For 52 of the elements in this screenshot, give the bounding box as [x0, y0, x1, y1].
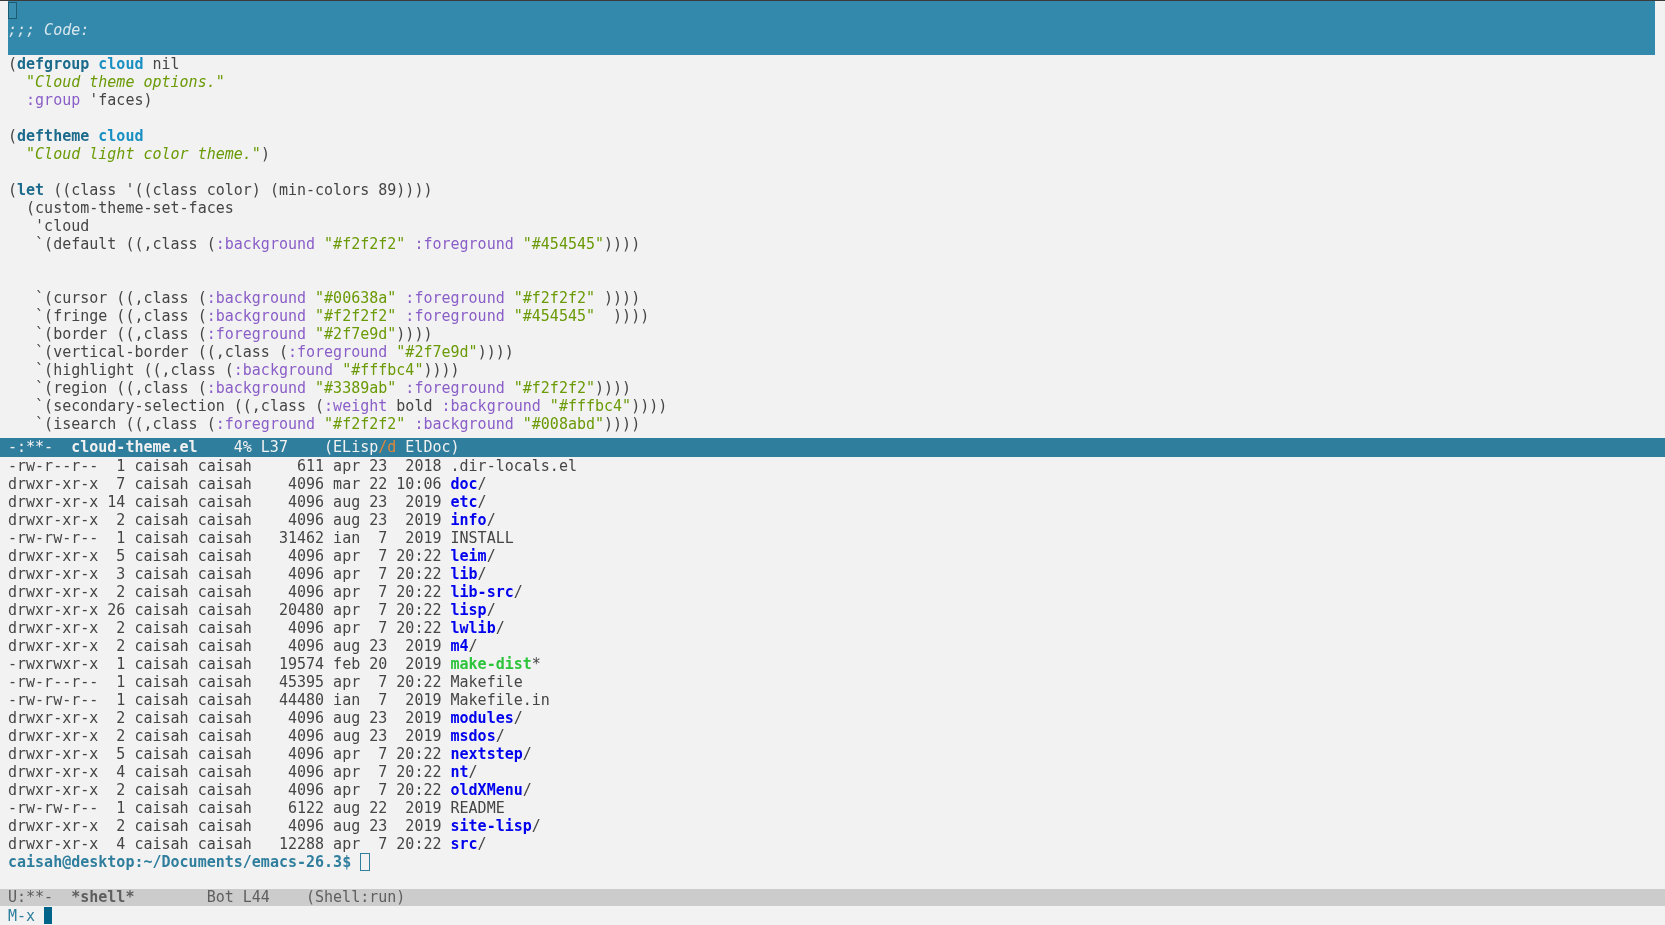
code-line: 'cloud: [34, 217, 90, 235]
file-entry: -rw-r--r-- 1 caisah caisah 45395 apr 7 20:22 Makefile: [8, 673, 523, 691]
file-entry: drwxr-xr-x 7 caisah caisah 4096 mar 22 10:06 doc/: [8, 475, 487, 493]
code-line: `(fringe ((,class (:background "#f2f2f2" :foreground "#454545" )))): [34, 307, 650, 325]
code-line: "Cloud theme options.": [25, 73, 225, 91]
file-entry: drwxr-xr-x 26 caisah caisah 20480 apr 7 20:22 lisp/: [8, 601, 496, 619]
file-entry: drwxr-xr-x 2 caisah caisah 4096 aug 23 2019 msdos/: [8, 727, 505, 745]
file-entry: drwxr-xr-x 2 caisah caisah 4096 apr 7 20:22 oldXMenu/: [8, 781, 532, 799]
file-entry: drwxr-xr-x 5 caisah caisah 4096 apr 7 20:22 leim/: [8, 547, 496, 565]
file-entry: drwxr-xr-x 3 caisah caisah 4096 apr 7 20:22 lib/: [8, 565, 487, 583]
buffer-name: *shell*: [71, 889, 136, 906]
code-line: `(region ((,class (:background "#3389ab" :foreground "#f2f2f2")))): [34, 379, 632, 397]
shell-prompt: caisah@desktop:~/Documents/emacs-26.3$: [8, 853, 352, 871]
mode-names: (Shell:run): [306, 889, 406, 906]
buffer-status: U:**-: [8, 889, 55, 906]
file-entry: -rw-rw-r-- 1 caisah caisah 44480 ian 7 2019 Makefile.in: [8, 691, 550, 709]
file-entry: -rw-rw-r-- 1 caisah caisah 6122 aug 22 2019 README: [8, 799, 505, 817]
code-comment: ;;; Code:: [8, 21, 90, 39]
file-entry: -rwxrwxr-x 1 caisah caisah 19574 feb 20 2019 make-dist*: [8, 655, 541, 673]
file-entry: drwxr-xr-x 2 caisah caisah 4096 aug 23 2019 info/: [8, 511, 496, 529]
text-cursor: [360, 853, 371, 871]
file-entry: -rw-rw-r-- 1 caisah caisah 31462 ian 7 2019 INSTALL: [8, 529, 514, 547]
text-cursor: [44, 907, 53, 924]
code-line: `(secondary-selection ((,class (:weight bold :background "#fffbc4")))): [34, 397, 668, 415]
file-entry: drwxr-xr-x 4 caisah caisah 4096 apr 7 20:22 nt/: [8, 763, 478, 781]
line-position: Bot L44: [206, 889, 271, 906]
file-entry: drwxr-xr-x 2 caisah caisah 4096 aug 23 2019 site-lisp/: [8, 817, 541, 835]
code-line: `(default ((,class (:background "#f2f2f2" :foreground "#454545")))): [34, 235, 641, 253]
code-line: `(isearch ((,class (:foreground "#f2f2f2" :background "#008abd")))): [34, 415, 641, 433]
file-entry: drwxr-xr-x 4 caisah caisah 12288 apr 7 20:22 src/: [8, 835, 487, 853]
code-line: `(highlight ((,class (:background "#fffbc4")))): [34, 361, 460, 379]
file-entry: drwxr-xr-x 2 caisah caisah 4096 aug 23 2019 modules/: [8, 709, 523, 727]
code-line: (custom-theme-set-faces: [25, 199, 234, 217]
line-position: 4% L37: [233, 438, 289, 457]
buffer-status: -:**-: [8, 438, 55, 457]
file-entry: drwxr-xr-x 2 caisah caisah 4096 apr 7 20:22 lib-src/: [8, 583, 523, 601]
code-line: (let ((class '((class color) (min-colors 89)))): [8, 181, 433, 199]
code-line: `(border ((,class (:foreground "#2f7e9d")))): [34, 325, 433, 343]
file-entry: drwxr-xr-x 14 caisah caisah 4096 aug 23 2019 etc/: [8, 493, 487, 511]
mode-names: (ELisp/d ElDoc): [324, 438, 460, 457]
file-entry: drwxr-xr-x 2 caisah caisah 4096 aug 23 2019 m4/: [8, 637, 478, 655]
code-line: (deftheme cloud: [8, 127, 144, 145]
code-line: (defgroup cloud nil: [8, 55, 180, 73]
file-entry: drwxr-xr-x 5 caisah caisah 4096 apr 7 20:22 nextstep/: [8, 745, 532, 763]
code-line: `(cursor ((,class (:background "#00638a" :foreground "#f2f2f2" )))): [34, 289, 641, 307]
buffer-name: cloud-theme.el: [71, 438, 199, 457]
code-line: "Cloud light color theme."): [25, 145, 270, 163]
code-line: :group 'faces): [25, 91, 153, 109]
file-entry: drwxr-xr-x 2 caisah caisah 4096 apr 7 20:22 lwlib/: [8, 619, 505, 637]
minibuffer-prompt[interactable]: M-x: [8, 906, 36, 925]
code-line: `(vertical-border ((,class (:foreground "#2f7e9d")))): [34, 343, 514, 361]
file-entry: -rw-r--r-- 1 caisah caisah 611 apr 23 2018 .dir-locals.el: [8, 457, 577, 475]
